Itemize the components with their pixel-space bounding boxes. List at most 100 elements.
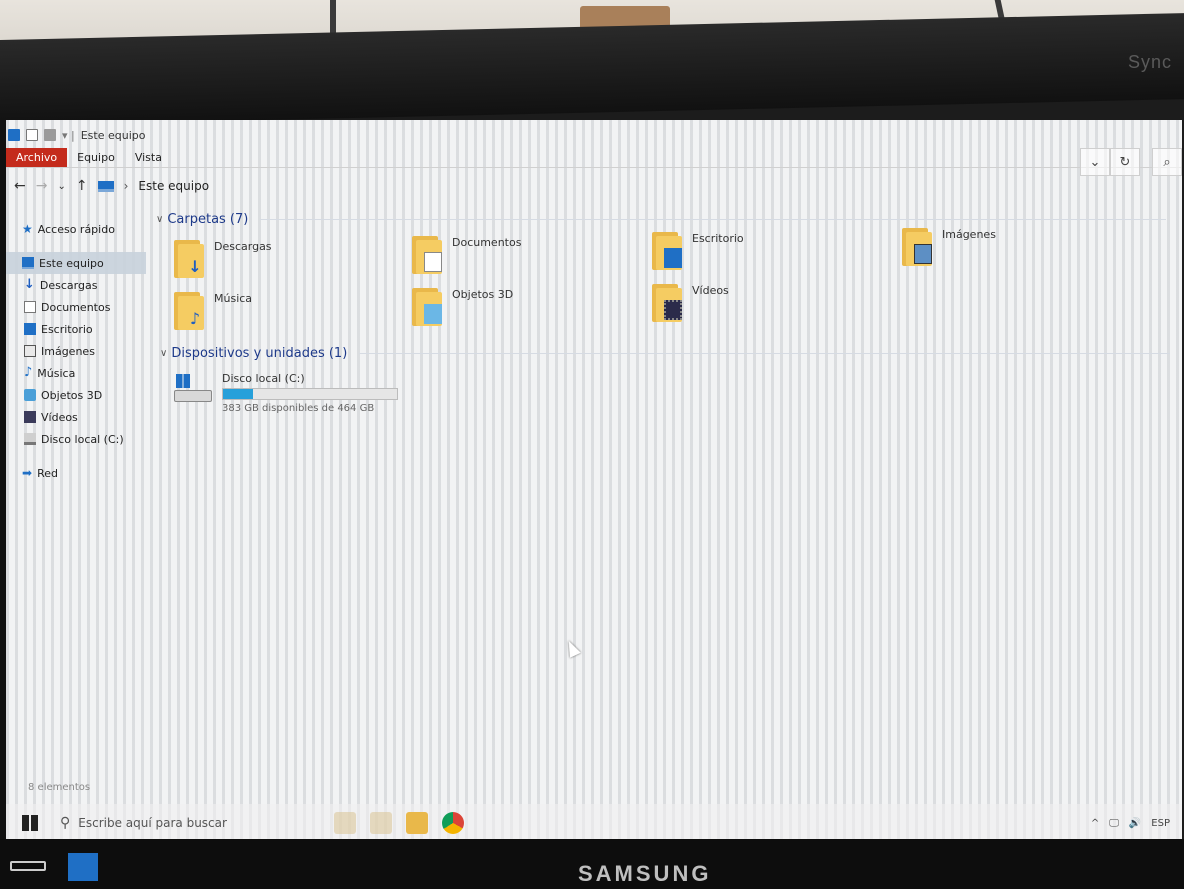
monitor-brand-top: Sync bbox=[1127, 52, 1172, 72]
sidebar-item-label: Este equipo bbox=[39, 256, 104, 270]
star-icon: ★ bbox=[22, 222, 33, 236]
windows-start-icon[interactable] bbox=[22, 815, 38, 831]
chevron-down-icon[interactable]: ∨ bbox=[156, 214, 163, 225]
group-header-dispositivos[interactable]: ∨ Dispositivos y unidades (1) bbox=[160, 346, 1170, 361]
search-icon[interactable]: ⌕ bbox=[1152, 148, 1182, 176]
desktop-icon bbox=[24, 323, 36, 335]
chevron-down-icon[interactable]: ∨ bbox=[160, 348, 167, 359]
sidebar-item-objetos-3d[interactable]: Objetos 3D bbox=[6, 384, 146, 406]
breadcrumb-este-equipo[interactable]: Este equipo bbox=[138, 179, 209, 193]
system-tray: ^ 🖵 🔊 ESP bbox=[1091, 804, 1170, 842]
screen: ▾ | Este equipo Archivo Equipo Vista ⌄ ↻… bbox=[6, 120, 1182, 842]
taskbar-app-icon[interactable] bbox=[370, 812, 392, 834]
document-icon bbox=[24, 301, 36, 313]
folder-descargas[interactable]: ↓ Descargas bbox=[174, 236, 272, 278]
objects-3d-icon bbox=[24, 389, 36, 401]
recent-locations-icon[interactable]: ⌄ bbox=[57, 181, 65, 192]
status-bar-count: 8 elementos bbox=[28, 782, 91, 793]
sidebar-item-label: Descargas bbox=[39, 278, 98, 292]
taskbar-search-placeholder: Escribe aquí para buscar bbox=[78, 816, 227, 830]
folder-videos[interactable]: Vídeos bbox=[652, 280, 729, 322]
videos-folder-icon bbox=[652, 280, 684, 322]
sidebar-item-label: Red bbox=[37, 466, 58, 480]
led-indicator bbox=[10, 861, 46, 871]
music-icon: ♪ bbox=[24, 365, 33, 380]
group-title: Carpetas (7) bbox=[167, 212, 249, 227]
sidebar-item-imagenes[interactable]: Imágenes bbox=[6, 340, 146, 362]
sidebar-item-descargas[interactable]: ↓ Descargas bbox=[6, 274, 146, 296]
tray-chevron-icon[interactable]: ^ bbox=[1091, 818, 1099, 829]
folder-escritorio[interactable]: Escritorio bbox=[652, 228, 744, 270]
title-bar: ▾ | Este equipo bbox=[6, 124, 606, 146]
chrome-icon[interactable] bbox=[442, 812, 464, 834]
group-header-carpetas[interactable]: ∨ Carpetas (7) bbox=[156, 212, 1166, 227]
sidebar-item-label: Vídeos bbox=[41, 410, 78, 424]
folder-objetos-3d[interactable]: Objetos 3D bbox=[412, 284, 513, 326]
sidebar-item-red[interactable]: ➡ Red bbox=[6, 462, 146, 484]
sidebar-item-escritorio[interactable]: Escritorio bbox=[6, 318, 146, 340]
volume-icon[interactable]: 🔊 bbox=[1129, 818, 1141, 829]
sidebar-item-videos[interactable]: Vídeos bbox=[6, 406, 146, 428]
sidebar-item-este-equipo[interactable]: Este equipo bbox=[6, 252, 146, 274]
search-icon: ⚲ bbox=[60, 815, 71, 831]
back-icon[interactable]: ← bbox=[14, 178, 26, 194]
download-icon: ↓ bbox=[24, 277, 35, 292]
taskbar-app-icon[interactable] bbox=[334, 812, 356, 834]
drive-disco-local[interactable]: Disco local (C:) 383 GB disponibles de 4… bbox=[174, 372, 398, 414]
tab-equipo[interactable]: Equipo bbox=[67, 148, 125, 167]
blue-square bbox=[68, 853, 98, 881]
forward-icon[interactable]: → bbox=[36, 178, 48, 194]
local-disk-icon bbox=[24, 433, 36, 445]
network-icon: ➡ bbox=[22, 466, 33, 480]
samsung-logo: SAMSUNG bbox=[578, 861, 712, 886]
taskbar: ⚲ Escribe aquí para buscar ^ 🖵 🔊 ESP bbox=[6, 804, 1182, 842]
sidebar-item-label: Objetos 3D bbox=[41, 388, 103, 402]
folder-musica[interactable]: ♪ Música bbox=[174, 288, 252, 330]
refresh-icon[interactable]: ↻ bbox=[1110, 148, 1140, 176]
new-folder-icon[interactable] bbox=[44, 129, 56, 141]
drive-usage-fill bbox=[223, 389, 254, 399]
monitor-icon[interactable]: 🖵 bbox=[1109, 818, 1119, 829]
quick-access-dropdown-icon[interactable]: ▾ | bbox=[62, 129, 75, 142]
this-pc-icon bbox=[22, 257, 34, 269]
folder-label: Imágenes bbox=[942, 228, 996, 241]
sidebar-item-label: Música bbox=[37, 366, 76, 380]
tab-archivo[interactable]: Archivo bbox=[6, 148, 68, 167]
pictures-folder-icon bbox=[902, 224, 934, 266]
sidebar-item-label: Acceso rápido bbox=[37, 222, 115, 236]
desktop-folder-icon bbox=[652, 228, 684, 270]
this-pc-icon bbox=[97, 180, 114, 192]
explorer-icon bbox=[8, 129, 20, 141]
tab-vista[interactable]: Vista bbox=[125, 148, 172, 167]
properties-icon[interactable] bbox=[26, 129, 38, 141]
sidebar-item-documentos[interactable]: Documentos bbox=[6, 296, 146, 318]
folder-label: Objetos 3D bbox=[452, 288, 514, 301]
folder-documentos[interactable]: Documentos bbox=[412, 232, 521, 274]
file-explorer-icon[interactable] bbox=[406, 812, 428, 834]
sidebar-item-acceso-rapido[interactable]: ★ Acceso rápido bbox=[6, 218, 146, 240]
folder-label: Documentos bbox=[452, 236, 522, 249]
folder-label: Descargas bbox=[214, 240, 272, 253]
local-disk-icon bbox=[174, 372, 214, 406]
ribbon: Archivo Equipo Vista bbox=[6, 148, 1182, 168]
group-divider bbox=[359, 353, 1170, 354]
folder-imagenes[interactable]: Imágenes bbox=[902, 224, 996, 266]
sidebar-item-label: Disco local (C:) bbox=[41, 432, 124, 446]
taskbar-search[interactable]: ⚲ Escribe aquí para buscar bbox=[60, 815, 320, 831]
content-pane: ∨ Carpetas (7) ↓ Descargas Documentos Es… bbox=[156, 212, 1176, 812]
address-dropdown-icon[interactable]: ⌄ bbox=[1080, 148, 1110, 176]
navigation-pane: ★ Acceso rápido Este equipo ↓ Descargas … bbox=[6, 218, 146, 778]
language-indicator[interactable]: ESP bbox=[1151, 818, 1170, 829]
group-title: Dispositivos y unidades (1) bbox=[171, 346, 348, 361]
group-divider bbox=[260, 219, 1166, 220]
music-folder-icon: ♪ bbox=[174, 288, 206, 330]
sidebar-item-label: Escritorio bbox=[41, 322, 93, 336]
folder-label: Escritorio bbox=[692, 232, 744, 245]
sidebar-item-musica[interactable]: ♪ Música bbox=[6, 362, 146, 384]
folder-label: Música bbox=[214, 292, 253, 305]
address-actions: ⌄ ↻ ⌕ bbox=[1080, 148, 1182, 176]
sidebar-item-disco-local[interactable]: Disco local (C:) bbox=[6, 428, 146, 450]
up-icon[interactable]: ↑ bbox=[76, 178, 88, 194]
documents-folder-icon bbox=[412, 232, 444, 274]
sidebar-item-label: Imágenes bbox=[41, 344, 95, 358]
